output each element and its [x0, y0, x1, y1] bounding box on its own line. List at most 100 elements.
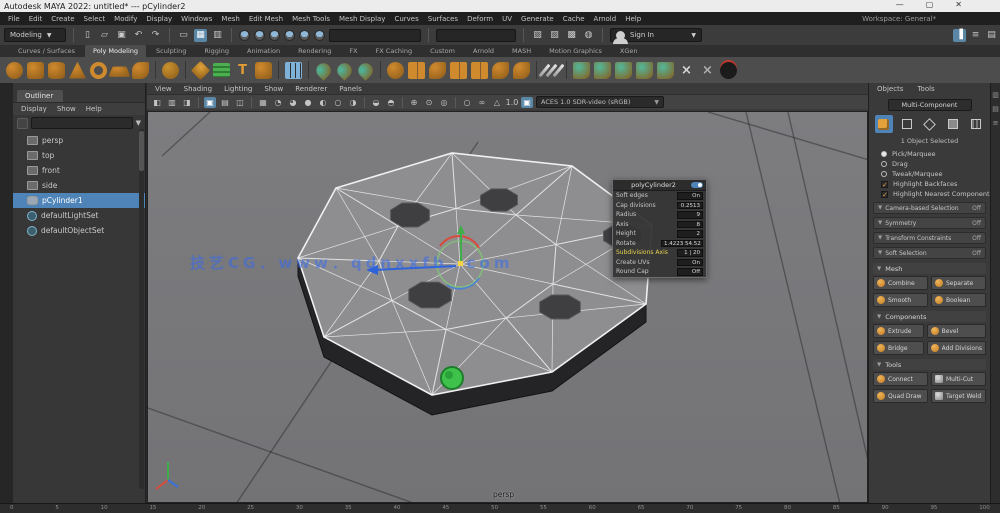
viewport-canvas[interactable]: 技艺CG．www．qdnxxfb．com persp polyCylinder2…	[147, 111, 868, 503]
bomb-icon[interactable]	[720, 61, 737, 79]
close-button[interactable]: ✕	[955, 0, 962, 9]
filter-icon[interactable]	[17, 117, 28, 129]
outliner-item-side[interactable]: side	[13, 178, 145, 193]
smooth-sculpt-icon[interactable]	[334, 59, 355, 81]
menu-generate[interactable]: Generate	[521, 15, 554, 23]
type-tool-icon[interactable]: T	[234, 62, 251, 79]
shelf-tab-fx[interactable]: FX	[341, 45, 365, 57]
extrude-button[interactable]: Extrude	[873, 324, 924, 338]
menu-help[interactable]: Help	[625, 15, 641, 23]
open-scene-icon[interactable]: ▱	[98, 29, 111, 42]
outliner-tab[interactable]: Outliner	[17, 90, 64, 102]
modeling-toolkit-toggle-icon[interactable]: ▐	[953, 28, 966, 42]
account-dropdown[interactable]: Sign In ▼	[610, 28, 702, 44]
render-frame-icon[interactable]: ▧	[531, 29, 544, 42]
shelf-tab-xgen[interactable]: XGen	[612, 45, 646, 57]
shelf-tab-motion-graphics[interactable]: Motion Graphics	[541, 45, 610, 57]
outliner-item-persp[interactable]: persp	[13, 133, 145, 148]
poly-torus-icon[interactable]	[90, 62, 107, 79]
viewport-toolbar-icon-19[interactable]: ⊕	[408, 97, 420, 108]
toolkit-tab-tools[interactable]: Tools	[917, 85, 934, 93]
attribute-editor-toggle-icon[interactable]: ≡	[969, 29, 982, 42]
viewport-toolbar-icon-1[interactable]: ▥	[166, 97, 178, 108]
merge-icon[interactable]	[513, 61, 530, 79]
poly-plane-icon[interactable]	[108, 66, 131, 77]
delete-history-icon[interactable]: ×	[678, 62, 695, 79]
menuset-dropdown[interactable]: Modeling ▼	[4, 28, 66, 42]
time-slider[interactable]: 0 5 10 15 20 25 30 35 40 45 50 55 60 65 70 75 80 85 90 95 10…	[0, 503, 1000, 513]
poly-sphere-icon[interactable]	[6, 61, 23, 79]
outliner-menu-display[interactable]: Display	[21, 105, 47, 113]
input-field-1[interactable]	[329, 28, 421, 42]
viewport-toolbar-icon-27[interactable]: ▣	[521, 96, 533, 108]
outliner-menu-help[interactable]: Help	[86, 105, 102, 113]
snap-point-icon[interactable]	[269, 29, 280, 41]
popup-attr-value[interactable]: 9	[677, 211, 703, 219]
shelf-tab-poly-modeling[interactable]: Poly Modeling	[85, 45, 146, 57]
menu-edit-mesh[interactable]: Edit Mesh	[249, 15, 283, 23]
menu-mesh-tools[interactable]: Mesh Tools	[292, 15, 330, 23]
snap-projected-center-icon[interactable]	[284, 29, 295, 41]
menu-deform[interactable]: Deform	[467, 15, 493, 23]
panel-menu-lighting[interactable]: Lighting	[224, 85, 252, 93]
boolean-icon[interactable]	[429, 61, 446, 79]
outliner-scrollbar[interactable]	[139, 129, 144, 489]
attribute-editor-tab-icon[interactable]: ▤	[992, 105, 999, 113]
poly-disc-icon[interactable]	[132, 61, 149, 79]
tool-settings-tab-icon[interactable]: ≡	[993, 119, 999, 127]
outliner-item-top[interactable]: top	[13, 148, 145, 163]
radio-tweak-marquee[interactable]: Tweak/Marquee	[869, 169, 990, 179]
select-hierarchy-icon[interactable]: ▭	[177, 29, 190, 42]
viewport-toolbar-icon-13[interactable]: ○	[332, 97, 344, 108]
viewport-toolbar-icon-11[interactable]: ●	[302, 97, 314, 108]
menu-select[interactable]: Select	[84, 15, 106, 23]
shelf-tab-curves-surfaces[interactable]: Curves / Surfaces	[10, 45, 83, 57]
separate-icon[interactable]	[408, 61, 425, 79]
connect-button[interactable]: Connect	[873, 372, 928, 386]
bevel-button[interactable]: Bevel	[926, 324, 986, 338]
extrude-icon[interactable]	[450, 61, 467, 79]
viewport-toolbar-icon-9[interactable]: ◔	[272, 97, 284, 108]
ipr-render-icon[interactable]: ▨	[548, 29, 561, 42]
section-header-tools[interactable]: ▼ Tools	[873, 359, 986, 370]
freeze-transform-icon[interactable]: ×	[699, 62, 716, 79]
radio-drag[interactable]: Drag	[869, 159, 990, 169]
uv-editor-icon[interactable]	[285, 61, 302, 79]
menu-arnold[interactable]: Arnold	[594, 15, 617, 23]
quad-draw-button[interactable]: Quad Draw	[873, 389, 928, 403]
maximize-button[interactable]: ▢	[926, 0, 934, 9]
collapsed-symmetry[interactable]: ▼ Symmetry Off	[873, 217, 986, 229]
shelf-tab-rigging[interactable]: Rigging	[196, 45, 237, 57]
sculpt-tool-icon[interactable]	[313, 59, 334, 81]
bevel-icon[interactable]	[471, 61, 488, 79]
menu-mesh[interactable]: Mesh	[221, 15, 239, 23]
vertex-mode-button[interactable]	[898, 115, 916, 133]
shelf-tab-rendering[interactable]: Rendering	[290, 45, 339, 57]
poly-cube-icon[interactable]	[27, 61, 44, 79]
multi-component-button[interactable]: Multi-Component	[887, 99, 972, 111]
shelf-tab-custom[interactable]: Custom	[422, 45, 463, 57]
workspace-label[interactable]: Workspace: General*	[862, 15, 936, 23]
panel-menu-renderer[interactable]: Renderer	[295, 85, 327, 93]
save-scene-icon[interactable]: ▣	[115, 29, 128, 42]
edge-mode-button[interactable]	[921, 115, 939, 133]
viewport-toolbar-icon-21[interactable]: ◎	[438, 97, 450, 108]
panel-menu-show[interactable]: Show	[264, 85, 283, 93]
select-object-icon[interactable]: ▦	[194, 28, 207, 42]
make-live-icon[interactable]	[594, 61, 611, 79]
shelf-tab-sculpting[interactable]: Sculpting	[148, 45, 194, 57]
shelf-tab-fx-caching[interactable]: FX Caching	[368, 45, 421, 57]
boolean-button[interactable]: Boolean	[931, 293, 986, 307]
outliner-menu-show[interactable]: Show	[57, 105, 76, 113]
menu-display[interactable]: Display	[146, 15, 172, 23]
select-component-icon[interactable]: ▥	[211, 29, 224, 42]
sweep-mesh-icon[interactable]	[213, 63, 230, 77]
viewport-toolbar-icon-14[interactable]: ◑	[347, 97, 359, 108]
panel-menu-view[interactable]: View	[155, 85, 172, 93]
input-field-2[interactable]	[436, 28, 516, 42]
new-scene-icon[interactable]: ▯	[81, 29, 94, 42]
shelf-tab-animation[interactable]: Animation	[239, 45, 288, 57]
viewport-toolbar-icon-12[interactable]: ◐	[317, 97, 329, 108]
viewport-toolbar-icon-6[interactable]: ◫	[234, 97, 246, 108]
snap-curve-icon[interactable]	[254, 29, 265, 41]
